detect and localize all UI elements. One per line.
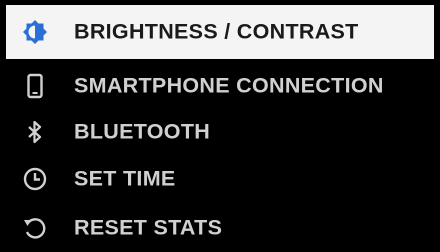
menu-item-bluetooth[interactable]: BLUETOOTH — [0, 108, 440, 156]
clock-icon — [22, 166, 48, 192]
menu-item-label: SMARTPHONE CONNECTION — [74, 73, 384, 98]
settings-menu: BRIGHTNESS / CONTRAST SMARTPHONE CONNECT… — [0, 0, 440, 250]
menu-item-brightness-contrast[interactable]: BRIGHTNESS / CONTRAST — [6, 5, 434, 59]
menu-item-label: BRIGHTNESS / CONTRAST — [74, 19, 359, 44]
menu-item-label: SET TIME — [74, 166, 176, 191]
menu-item-set-time[interactable]: SET TIME — [0, 155, 440, 203]
menu-item-label: BLUETOOTH — [74, 119, 211, 144]
menu-item-reset-stats[interactable]: RESET STATS — [0, 204, 440, 252]
menu-item-smartphone-connection[interactable]: SMARTPHONE CONNECTION — [0, 62, 440, 110]
reset-icon — [22, 215, 48, 241]
menu-item-label: RESET STATS — [74, 215, 223, 240]
smartphone-icon — [22, 73, 48, 99]
brightness-icon — [22, 19, 48, 45]
bluetooth-icon — [22, 119, 48, 145]
